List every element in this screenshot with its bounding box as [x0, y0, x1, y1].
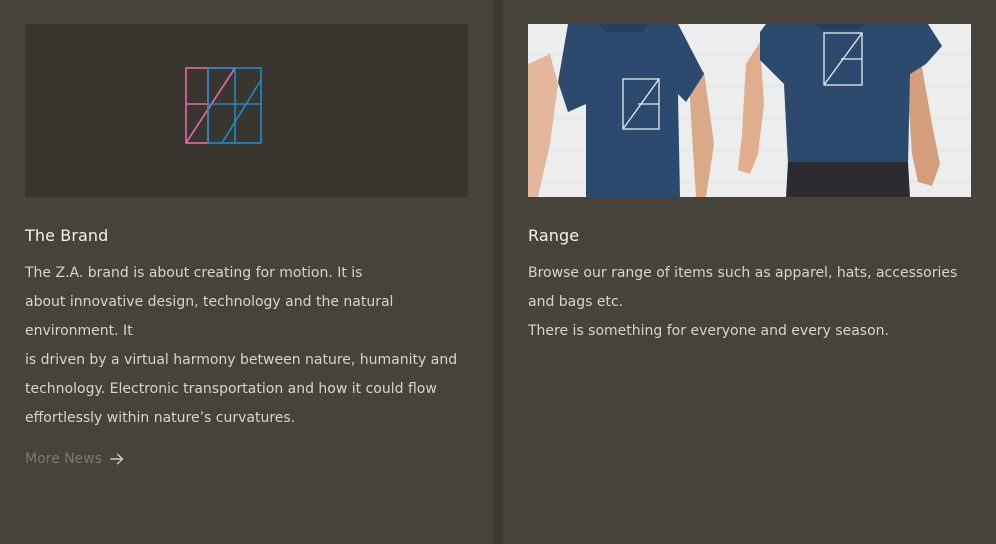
brand-logo-image [25, 24, 468, 197]
range-text-line: and bags etc. [528, 294, 624, 310]
tshirt-photo-illustration [528, 24, 971, 197]
brand-card-title: The Brand [25, 226, 109, 245]
brand-text-line: environment. It [25, 323, 133, 339]
arrow-right-icon [110, 453, 124, 465]
range-text-line: Browse our range of items such as appare… [528, 265, 958, 281]
brand-card: The Brand The Z.A. brand is about creati… [0, 0, 493, 544]
more-news-link[interactable]: More News [25, 451, 124, 467]
range-card: Range Browse our range of items such as … [503, 0, 996, 544]
brand-text-line: technology. Electronic transportation an… [25, 381, 437, 397]
range-card-description: Browse our range of items such as appare… [528, 259, 973, 346]
range-text-line: There is something for everyone and ever… [528, 323, 889, 339]
page: The Brand The Z.A. brand is about creati… [0, 0, 996, 544]
brand-text-line: about innovative design, technology and … [25, 294, 394, 310]
more-news-label: More News [25, 451, 102, 467]
brand-logo-icon [185, 67, 262, 144]
brand-text-line: effortlessly within nature’s curvatures. [25, 410, 296, 426]
tshirt-models-image [528, 24, 971, 197]
brand-card-description: The Z.A. brand is about creating for mot… [25, 259, 470, 433]
brand-text-line: The Z.A. brand is about creating for mot… [25, 265, 363, 281]
range-card-title: Range [528, 226, 580, 245]
brand-text-line: is driven by a virtual harmony between n… [25, 352, 458, 368]
